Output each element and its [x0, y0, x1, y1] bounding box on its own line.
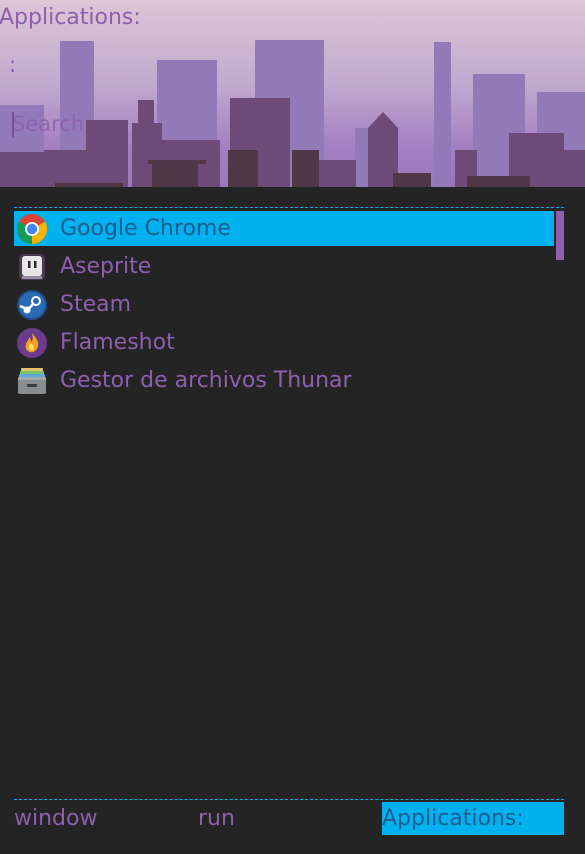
app-list: Google Chrome Aseprite Steam Flameshot G… — [14, 207, 564, 768]
mode-switcher: window run Applications: — [14, 799, 564, 836]
mode-button-window[interactable]: window — [14, 802, 97, 835]
list-item-label: Gestor de archivos Thunar — [60, 368, 352, 393]
list-item-label: Google Chrome — [60, 216, 231, 241]
list-item-thunar[interactable]: Gestor de archivos Thunar — [14, 363, 554, 398]
text-cursor — [12, 112, 14, 138]
list-item-steam[interactable]: Steam — [14, 287, 554, 322]
mode-button-run[interactable]: run — [198, 802, 235, 835]
list-item-label: Aseprite — [60, 254, 152, 279]
flameshot-icon — [17, 327, 47, 358]
steam-icon — [17, 289, 47, 320]
prompt-colon: : — [9, 53, 17, 78]
mode-button-applications[interactable]: Applications: — [382, 802, 564, 835]
list-item-google-chrome[interactable]: Google Chrome — [14, 211, 554, 246]
thunar-icon — [18, 367, 46, 394]
list-item-flameshot[interactable]: Flameshot — [14, 325, 554, 360]
list-scrollbar[interactable] — [556, 211, 564, 260]
list-item-aseprite[interactable]: Aseprite — [14, 249, 554, 284]
aseprite-icon — [19, 253, 45, 280]
header-banner: Applications: : — [0, 0, 585, 187]
chrome-icon — [16, 213, 48, 244]
search-input[interactable] — [12, 110, 192, 138]
list-item-label: Flameshot — [60, 330, 175, 355]
list-item-label: Steam — [60, 292, 132, 317]
mode-title: Applications: — [0, 5, 141, 30]
